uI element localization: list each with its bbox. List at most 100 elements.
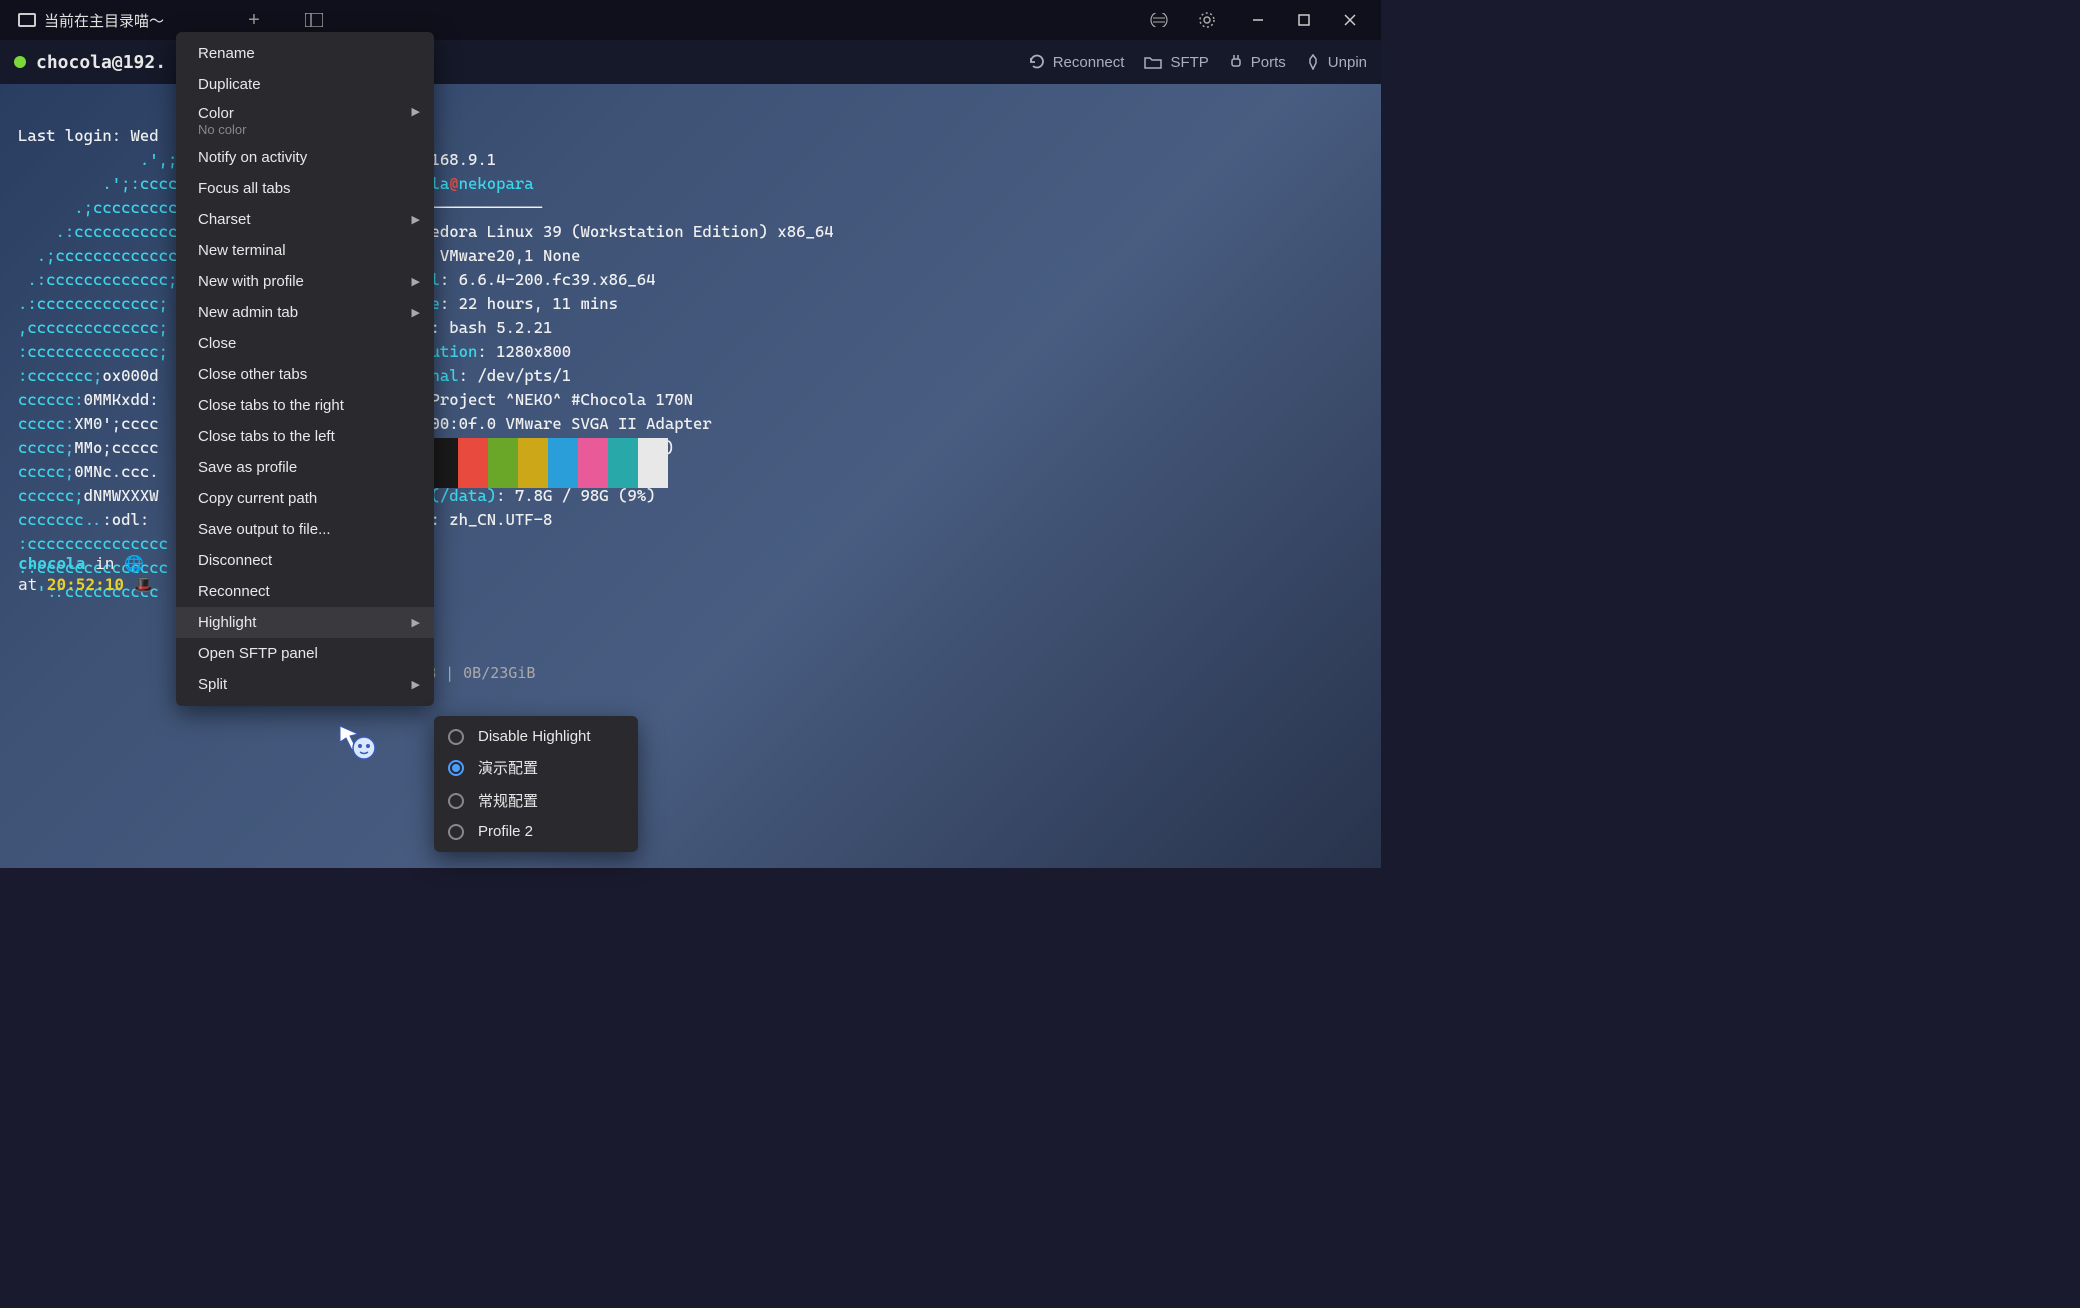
- last-login-line: Last login: Wed: [18, 126, 159, 145]
- ascii-art-line: ccccc;: [18, 462, 74, 481]
- cursor-mascot-icon: [338, 724, 378, 764]
- radio-icon: [448, 824, 464, 840]
- neofetch-value: bash 5.2.21: [449, 318, 552, 337]
- neofetch-value: 7.8G / 98G (9%): [515, 486, 656, 505]
- menu-close-left[interactable]: Close tabs to the left: [176, 421, 434, 452]
- menu-save-profile[interactable]: Save as profile: [176, 452, 434, 483]
- submenu-demo-config[interactable]: 演示配置: [434, 751, 638, 784]
- menu-label: Split: [198, 676, 227, 693]
- ascii-art-line: :ccccccccccccccc: [18, 534, 168, 553]
- active-tab[interactable]: 当前在主目录喵～: [8, 0, 174, 40]
- monitor-icon: [18, 13, 36, 27]
- menu-copy-path[interactable]: Copy current path: [176, 483, 434, 514]
- highlight-submenu: Disable Highlight 演示配置 常规配置 Profile 2: [434, 716, 638, 852]
- pin-icon: [1306, 54, 1320, 70]
- chevron-right-icon: ▶: [412, 213, 420, 226]
- menu-close[interactable]: Close: [176, 328, 434, 359]
- keyboard-button[interactable]: [1139, 0, 1179, 40]
- globe-icon: 🌐: [124, 554, 144, 573]
- menu-new-terminal[interactable]: New terminal: [176, 235, 434, 266]
- prompt-at: at: [18, 575, 47, 594]
- menu-label: Notify on activity: [198, 149, 307, 166]
- menu-label: Save as profile: [198, 459, 297, 476]
- submenu-label: 常规配置: [478, 790, 538, 811]
- ascii-art-w: XM0';cccc: [74, 414, 158, 433]
- menu-color[interactable]: Color▶ No color: [176, 100, 434, 142]
- menu-highlight[interactable]: Highlight▶: [176, 607, 434, 638]
- prompt-time: 20:52:10: [47, 575, 124, 594]
- prompt-user: chocola: [18, 554, 85, 573]
- ascii-art-line: ccccc:: [18, 414, 74, 433]
- sftp-action[interactable]: SFTP: [1144, 54, 1208, 71]
- menu-sublabel: No color: [198, 122, 246, 137]
- menu-rename[interactable]: Rename: [176, 38, 434, 69]
- swatch: [608, 438, 638, 488]
- neofetch-value: zh_CN.UTF-8: [449, 510, 552, 529]
- ascii-art-line: :cccccccccccccc;: [18, 342, 168, 361]
- swap-line: iB | 0B/23GiB: [418, 664, 535, 682]
- context-menu: Rename Duplicate Color▶ No color Notify …: [176, 32, 434, 706]
- ascii-art-line: ,cccccccccccccc;: [18, 318, 168, 337]
- ascii-art-line: cccccc:: [18, 390, 84, 409]
- menu-notify[interactable]: Notify on activity: [176, 142, 434, 173]
- swatch: [488, 438, 518, 488]
- menu-label: Close: [198, 335, 236, 352]
- folder-icon: [1144, 55, 1162, 69]
- submenu-label: Disable Highlight: [478, 728, 591, 745]
- menu-close-other[interactable]: Close other tabs: [176, 359, 434, 390]
- maximize-button[interactable]: [1281, 0, 1327, 40]
- submenu-normal-config[interactable]: 常规配置: [434, 784, 638, 817]
- neofetch-value: 22 hours, 11 mins: [459, 294, 618, 313]
- ascii-art-line: :ccccccc;: [18, 366, 102, 385]
- sftp-label: SFTP: [1170, 54, 1208, 71]
- menu-label: Save output to file...: [198, 521, 331, 538]
- menu-label: Focus all tabs: [198, 180, 291, 197]
- reconnect-action[interactable]: Reconnect: [1029, 54, 1125, 71]
- ascii-art-line: cccccc;: [18, 486, 84, 505]
- reconnect-label: Reconnect: [1053, 54, 1125, 71]
- neofetch-value: /dev/pts/1: [477, 366, 571, 385]
- neofetch-value: VMware20,1 None: [440, 246, 581, 265]
- menu-close-right[interactable]: Close tabs to the right: [176, 390, 434, 421]
- menu-duplicate[interactable]: Duplicate: [176, 69, 434, 100]
- minimize-button[interactable]: [1235, 0, 1281, 40]
- menu-new-profile[interactable]: New with profile▶: [176, 266, 434, 297]
- plug-icon: [1229, 54, 1243, 70]
- close-button[interactable]: [1327, 0, 1373, 40]
- chevron-right-icon: ▶: [412, 275, 420, 288]
- chevron-right-icon: ▶: [412, 306, 420, 319]
- unpin-label: Unpin: [1328, 54, 1367, 71]
- menu-open-sftp[interactable]: Open SFTP panel: [176, 638, 434, 669]
- menu-label: New terminal: [198, 242, 286, 259]
- minimize-icon: [1252, 14, 1264, 26]
- menu-charset[interactable]: Charset▶: [176, 204, 434, 235]
- submenu-profile-2[interactable]: Profile 2: [434, 817, 638, 846]
- menu-new-admin[interactable]: New admin tab▶: [176, 297, 434, 328]
- prompt-in: in: [85, 554, 124, 573]
- neofetch-value: Fedora Linux 39 (Workstation Edition) x8…: [421, 222, 834, 241]
- header-actions: Reconnect SFTP Ports Unpin: [1029, 54, 1367, 71]
- ascii-art-line: ccccc;: [18, 438, 74, 457]
- menu-focus-all[interactable]: Focus all tabs: [176, 173, 434, 204]
- menu-save-output[interactable]: Save output to file...: [176, 514, 434, 545]
- menu-label: Close other tabs: [198, 366, 307, 383]
- window-controls: [1235, 0, 1373, 40]
- maximize-icon: [1298, 14, 1310, 26]
- menu-label: Copy current path: [198, 490, 317, 507]
- menu-disconnect[interactable]: Disconnect: [176, 545, 434, 576]
- menu-label: Duplicate: [198, 76, 261, 93]
- titlebar-right: [1139, 0, 1373, 40]
- menu-label: Close tabs to the right: [198, 397, 344, 414]
- settings-button[interactable]: [1187, 0, 1227, 40]
- menu-label: Highlight: [198, 614, 256, 631]
- unpin-action[interactable]: Unpin: [1306, 54, 1367, 71]
- ascii-art-line: .:ccccccccccccc;: [18, 294, 168, 313]
- menu-reconnect[interactable]: Reconnect: [176, 576, 434, 607]
- radio-icon: [448, 793, 464, 809]
- ascii-art-line: ccccccc.: [18, 510, 93, 529]
- menu-split[interactable]: Split▶: [176, 669, 434, 700]
- keyboard-icon: [1149, 13, 1169, 27]
- menu-label: Rename: [198, 45, 255, 62]
- ports-action[interactable]: Ports: [1229, 54, 1286, 71]
- submenu-disable-highlight[interactable]: Disable Highlight: [434, 722, 638, 751]
